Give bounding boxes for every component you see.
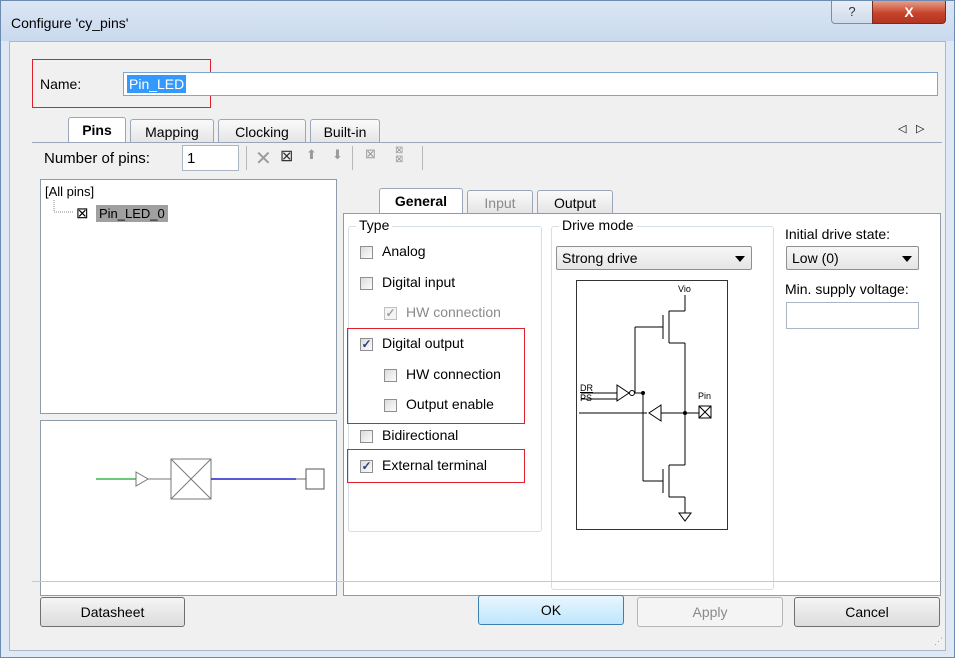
tab-scroll-right-icon[interactable]: ▷ bbox=[916, 122, 924, 135]
pin-tree: [All pins] ⊠ Pin_LED_0 bbox=[40, 179, 337, 414]
title-bar: Configure 'cy_pins' ? X bbox=[1, 1, 954, 41]
output-hw-connection-label: HW connection bbox=[406, 366, 501, 382]
toolbar-separator bbox=[246, 146, 247, 170]
move-up-icon[interactable]: ⬆ bbox=[306, 147, 317, 163]
bottom-divider bbox=[32, 581, 942, 582]
initial-drive-state-value: Low (0) bbox=[792, 250, 839, 266]
pin-label: Pin bbox=[698, 391, 712, 401]
dr-label: DR bbox=[580, 383, 593, 393]
pin-symbol bbox=[96, 458, 325, 500]
configure-dialog: Configure 'cy_pins' ? X Name: Pin_LED Pi… bbox=[0, 0, 955, 658]
output-enable-label: Output enable bbox=[406, 396, 494, 412]
cancel-button[interactable]: Cancel bbox=[794, 597, 940, 627]
tab-mapping[interactable]: Mapping bbox=[130, 119, 214, 143]
analog-checkbox[interactable] bbox=[360, 246, 373, 259]
tab-input[interactable]: Input bbox=[467, 190, 533, 214]
initial-drive-state-select[interactable]: Low (0) bbox=[786, 246, 919, 270]
type-group-label: Type bbox=[356, 217, 393, 233]
chevron-down-icon bbox=[902, 256, 912, 262]
vio-label: Vio bbox=[678, 284, 691, 294]
min-supply-voltage-label: Min. supply voltage: bbox=[785, 281, 909, 297]
analog-label: Analog bbox=[382, 243, 426, 259]
digital-output-checkbox[interactable]: ✓ bbox=[360, 338, 373, 351]
pin-tree-item[interactable]: Pin_LED_0 bbox=[96, 205, 168, 222]
tab-divider bbox=[32, 142, 942, 143]
ok-button[interactable]: OK bbox=[478, 595, 624, 625]
datasheet-button[interactable]: Datasheet bbox=[40, 597, 185, 627]
help-button[interactable]: ? bbox=[831, 1, 873, 24]
input-hw-connection-checkbox[interactable]: ✓ bbox=[384, 307, 397, 320]
chevron-down-icon bbox=[735, 256, 745, 262]
drive-schematic-diagram bbox=[579, 295, 712, 522]
number-of-pins-label: Number of pins: bbox=[44, 150, 150, 167]
external-terminal-checkbox[interactable]: ✓ bbox=[360, 460, 373, 473]
bidirectional-checkbox[interactable] bbox=[360, 430, 373, 443]
tab-general[interactable]: General bbox=[379, 188, 463, 214]
general-tab-panel: Type Analog Digital input ✓ HW connectio… bbox=[343, 213, 941, 596]
toolbar-separator bbox=[422, 146, 423, 170]
spread-pins-icon[interactable]: ⊠ bbox=[365, 146, 376, 162]
toolbar-separator bbox=[352, 146, 353, 170]
output-enable-checkbox[interactable] bbox=[384, 399, 397, 412]
delete-icon[interactable]: ✕ bbox=[255, 146, 272, 171]
input-hw-connection-label: HW connection bbox=[406, 304, 501, 320]
close-button[interactable]: X bbox=[872, 1, 946, 24]
name-label: Name: bbox=[40, 76, 82, 92]
drive-mode-label: Drive mode bbox=[559, 217, 637, 233]
apply-button[interactable]: Apply bbox=[637, 597, 783, 627]
pin-tree-root[interactable]: [All pins] bbox=[45, 184, 94, 199]
digital-output-label: Digital output bbox=[382, 335, 464, 351]
number-of-pins-input[interactable]: 1 bbox=[182, 145, 239, 171]
ps-label: PS bbox=[580, 393, 593, 403]
tab-built-in[interactable]: Built-in bbox=[310, 119, 380, 143]
tab-output[interactable]: Output bbox=[537, 190, 613, 214]
number-of-pins-value: 1 bbox=[187, 150, 196, 167]
tree-connector bbox=[53, 200, 73, 213]
output-hw-connection-checkbox[interactable] bbox=[384, 369, 397, 382]
name-input[interactable]: Pin_LED bbox=[123, 72, 938, 96]
digital-input-label: Digital input bbox=[382, 274, 456, 290]
dialog-client: Name: Pin_LED Pins Mapping Clocking Buil… bbox=[9, 41, 946, 651]
drive-mode-select[interactable]: Strong drive bbox=[556, 246, 752, 270]
digital-input-checkbox[interactable] bbox=[360, 277, 373, 290]
pin-preview bbox=[40, 420, 337, 596]
pin-icon: ⊠ bbox=[76, 205, 89, 222]
contiguous-pins-icon[interactable]: ⊠ ⊠ bbox=[395, 146, 403, 165]
bidirectional-label: Bidirectional bbox=[382, 427, 459, 443]
min-supply-voltage-input[interactable] bbox=[786, 302, 919, 329]
drive-mode-value: Strong drive bbox=[562, 250, 638, 266]
resize-grip-icon[interactable]: ⋰ bbox=[934, 636, 943, 647]
move-down-icon[interactable]: ⬇ bbox=[332, 147, 343, 163]
tab-pins[interactable]: Pins bbox=[68, 117, 126, 143]
initial-drive-state-label: Initial drive state: bbox=[785, 226, 891, 242]
name-value: Pin_LED bbox=[127, 75, 187, 93]
external-terminal-label: External terminal bbox=[382, 457, 488, 473]
drive-schematic: Vio Pin DR PS bbox=[576, 280, 728, 530]
window-title: Configure 'cy_pins' bbox=[11, 15, 129, 31]
add-pin-icon[interactable]: ⊠ bbox=[280, 146, 293, 166]
tab-clocking[interactable]: Clocking bbox=[218, 119, 306, 143]
tab-scroll-left-icon[interactable]: ◁ bbox=[898, 122, 906, 135]
